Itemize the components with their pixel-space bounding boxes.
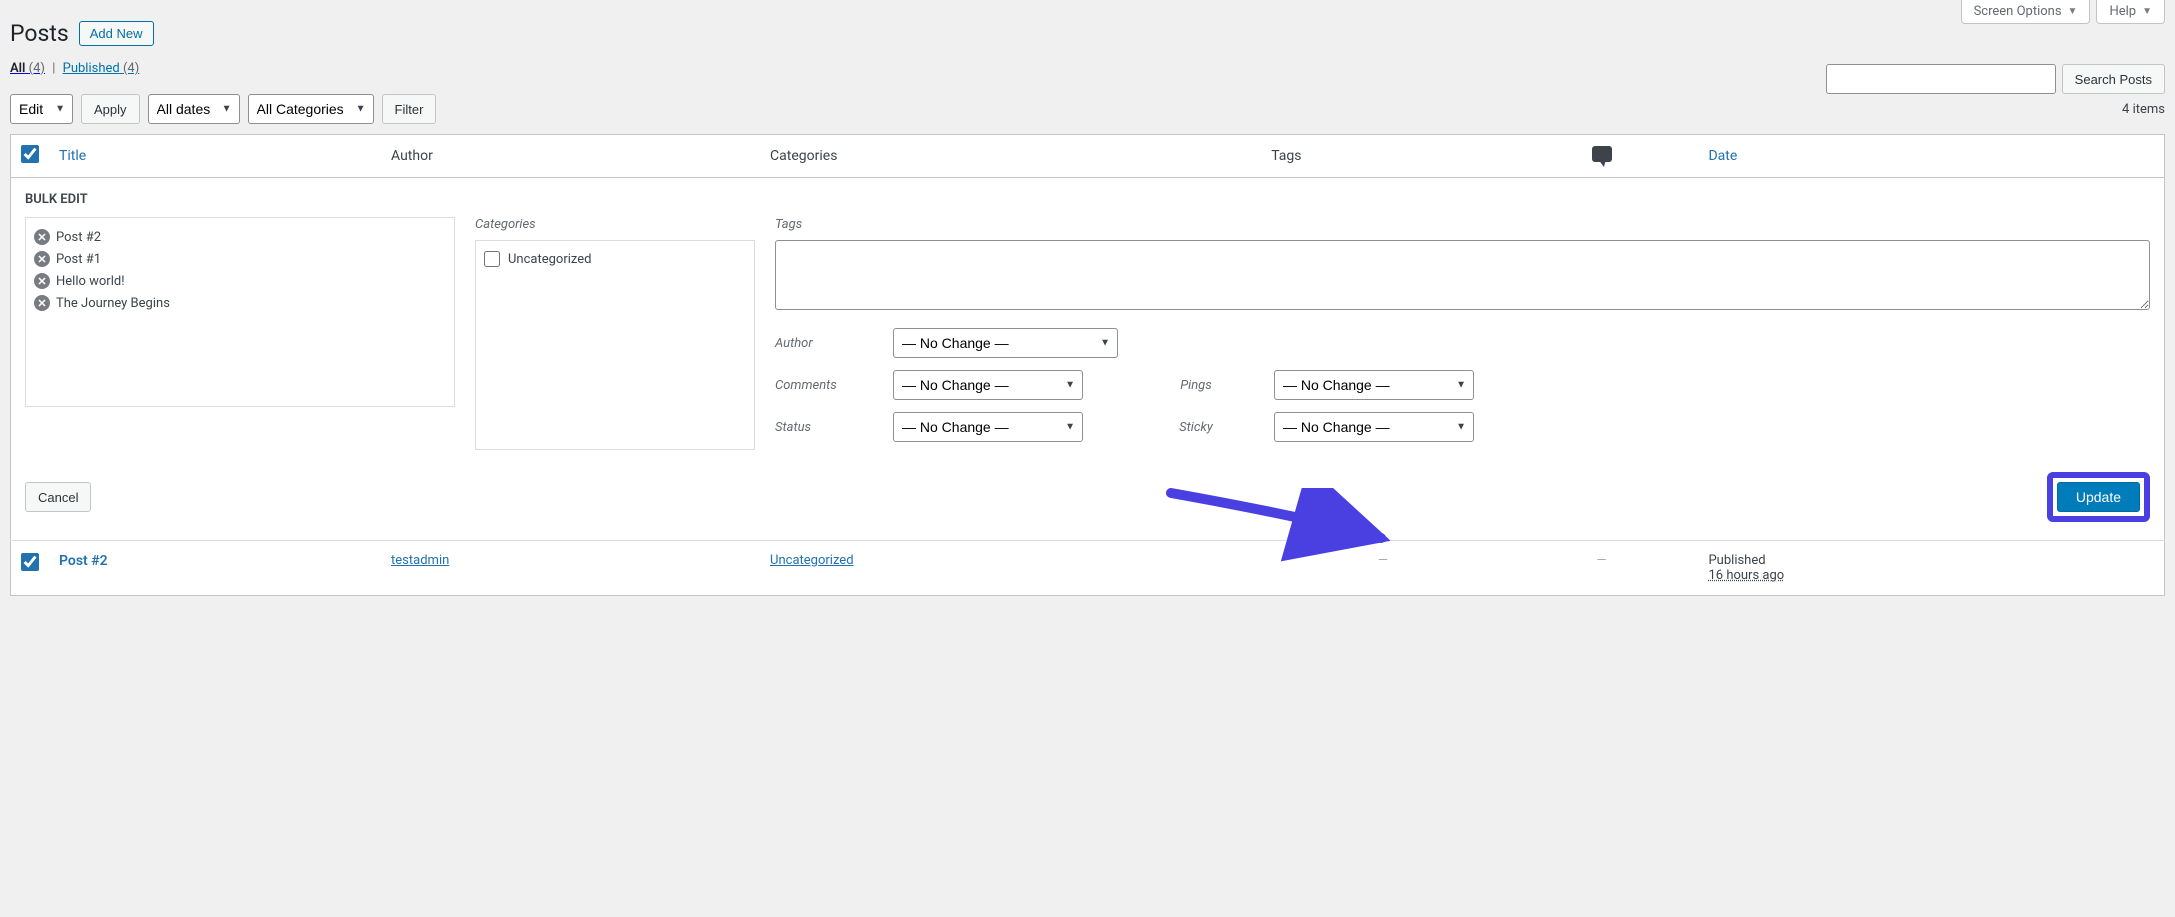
category-filter-select[interactable]: All Categories <box>248 94 374 124</box>
post-date: Published 16 hours ago <box>1698 541 2164 596</box>
table-row: Post #2 testadmin Uncategorized — — Publ… <box>11 541 2165 596</box>
update-button[interactable]: Update <box>2057 482 2140 512</box>
sticky-select[interactable]: — No Change — <box>1274 412 1474 442</box>
author-label: Author <box>775 336 875 351</box>
bulk-post-item: ✕The Journey Begins <box>34 292 446 314</box>
screen-options-label: Screen Options <box>1974 4 2062 19</box>
post-author-link[interactable]: testadmin <box>391 553 449 568</box>
post-category-link[interactable]: Uncategorized <box>770 553 853 568</box>
column-categories[interactable]: Categories <box>760 135 1261 178</box>
apply-button[interactable]: Apply <box>81 94 140 124</box>
bulk-categories-list[interactable]: Uncategorized <box>475 240 755 450</box>
chevron-down-icon: ▼ <box>2142 6 2152 17</box>
search-input[interactable] <box>1826 64 2056 94</box>
pings-label: Pings <box>1136 378 1256 393</box>
category-option[interactable]: Uncategorized <box>484 249 746 269</box>
filter-all[interactable]: All (4) <box>10 61 45 76</box>
status-select[interactable]: — No Change — <box>893 412 1083 442</box>
pings-select[interactable]: — No Change — <box>1274 370 1474 400</box>
tags-section-label: Tags <box>775 217 2150 232</box>
column-tags[interactable]: Tags <box>1261 135 1505 178</box>
post-comments: — <box>1505 541 1699 596</box>
page-title: Posts <box>10 20 69 47</box>
post-title-link[interactable]: Post #2 <box>59 553 108 569</box>
search-posts-button[interactable]: Search Posts <box>2062 64 2165 94</box>
category-checkbox[interactable] <box>484 251 500 267</box>
filter-published[interactable]: Published (4) <box>63 61 140 76</box>
column-author[interactable]: Author <box>381 135 760 178</box>
column-title[interactable]: Title <box>49 135 381 178</box>
screen-options-tab[interactable]: Screen Options ▼ <box>1961 0 2091 24</box>
remove-icon[interactable]: ✕ <box>34 251 50 267</box>
comment-icon <box>1592 146 1612 162</box>
help-label: Help <box>2109 4 2136 19</box>
categories-section-label: Categories <box>475 217 755 232</box>
column-date[interactable]: Date <box>1698 135 2164 178</box>
sticky-label: Sticky <box>1136 420 1256 435</box>
date-filter-select[interactable]: All dates <box>148 94 240 124</box>
column-comments[interactable] <box>1505 135 1699 178</box>
bulk-post-item: ✕Post #1 <box>34 248 446 270</box>
add-new-button[interactable]: Add New <box>79 21 154 46</box>
bulk-posts-list[interactable]: ✕Post #2 ✕Post #1 ✕Hello world! ✕The Jou… <box>25 217 455 407</box>
update-highlight-annotation: Update <box>2047 472 2150 522</box>
bulk-post-item: ✕Hello world! <box>34 270 446 292</box>
status-label: Status <box>775 420 875 435</box>
author-select[interactable]: — No Change — <box>893 328 1118 358</box>
bulk-edit-heading: BULK EDIT <box>25 192 2150 207</box>
row-checkbox[interactable] <box>21 553 39 571</box>
help-tab[interactable]: Help ▼ <box>2096 0 2165 24</box>
bulk-action-select[interactable]: Edit <box>10 94 73 124</box>
remove-icon[interactable]: ✕ <box>34 295 50 311</box>
remove-icon[interactable]: ✕ <box>34 229 50 245</box>
bulk-post-item: ✕Post #2 <box>34 226 446 248</box>
tags-input[interactable] <box>775 240 2150 310</box>
remove-icon[interactable]: ✕ <box>34 273 50 289</box>
item-count: 4 items <box>2122 102 2165 117</box>
comments-label: Comments <box>775 378 875 393</box>
chevron-down-icon: ▼ <box>2068 6 2078 17</box>
comments-select[interactable]: — No Change — <box>893 370 1083 400</box>
post-tags: — <box>1261 541 1505 596</box>
cancel-button[interactable]: Cancel <box>25 482 91 512</box>
select-all-checkbox[interactable] <box>21 145 39 163</box>
filter-button[interactable]: Filter <box>382 94 437 124</box>
